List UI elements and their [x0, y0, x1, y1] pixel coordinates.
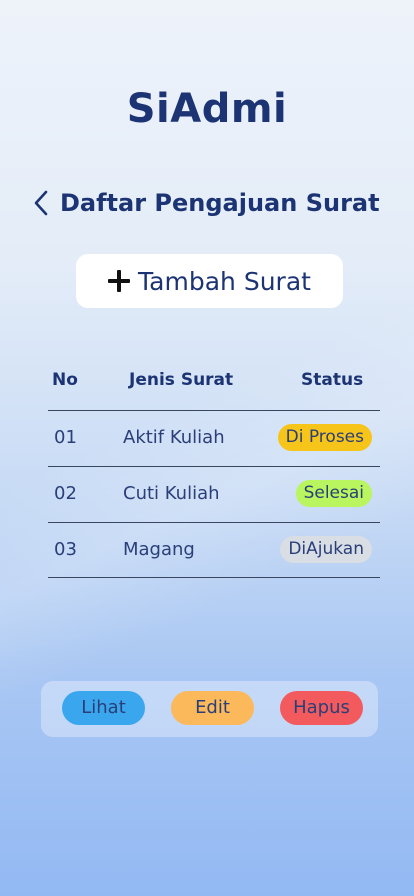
- delete-button[interactable]: Hapus: [280, 691, 363, 725]
- view-button[interactable]: Lihat: [62, 691, 145, 725]
- table-row[interactable]: 01 Aktif Kuliah Di Proses: [48, 410, 380, 466]
- table-row[interactable]: 02 Cuti Kuliah Selesai: [48, 466, 380, 522]
- row-number: 02: [54, 483, 77, 504]
- chevron-left-icon[interactable]: [30, 188, 52, 218]
- row-number: 01: [54, 427, 77, 448]
- action-bar: Lihat Edit Hapus: [41, 681, 378, 737]
- status-badge: Di Proses: [277, 424, 372, 451]
- row-number: 03: [54, 539, 77, 560]
- page-title: Daftar Pengajuan Surat: [60, 189, 380, 217]
- row-letter-type: Aktif Kuliah: [123, 427, 225, 448]
- page-header: Daftar Pengajuan Surat: [30, 186, 380, 220]
- add-letter-button[interactable]: Tambah Surat: [76, 254, 343, 308]
- app-title: SiAdmi: [126, 86, 288, 132]
- edit-button[interactable]: Edit: [171, 691, 254, 725]
- column-header-jenis: Jenis Surat: [129, 370, 234, 390]
- add-letter-label: Tambah Surat: [138, 266, 311, 296]
- column-header-status: Status: [301, 370, 364, 390]
- status-badge: DiAjukan: [280, 536, 372, 563]
- letter-table: No Jenis Surat Status 01 Aktif Kuliah Di…: [48, 362, 380, 578]
- table-row[interactable]: 03 Magang DiAjukan: [48, 522, 380, 578]
- status-badge: Selesai: [295, 480, 372, 507]
- row-letter-type: Magang: [123, 539, 195, 560]
- plus-icon: [108, 270, 131, 292]
- row-letter-type: Cuti Kuliah: [123, 483, 220, 504]
- table-header: No Jenis Surat Status: [48, 362, 380, 410]
- column-header-no: No: [52, 370, 78, 390]
